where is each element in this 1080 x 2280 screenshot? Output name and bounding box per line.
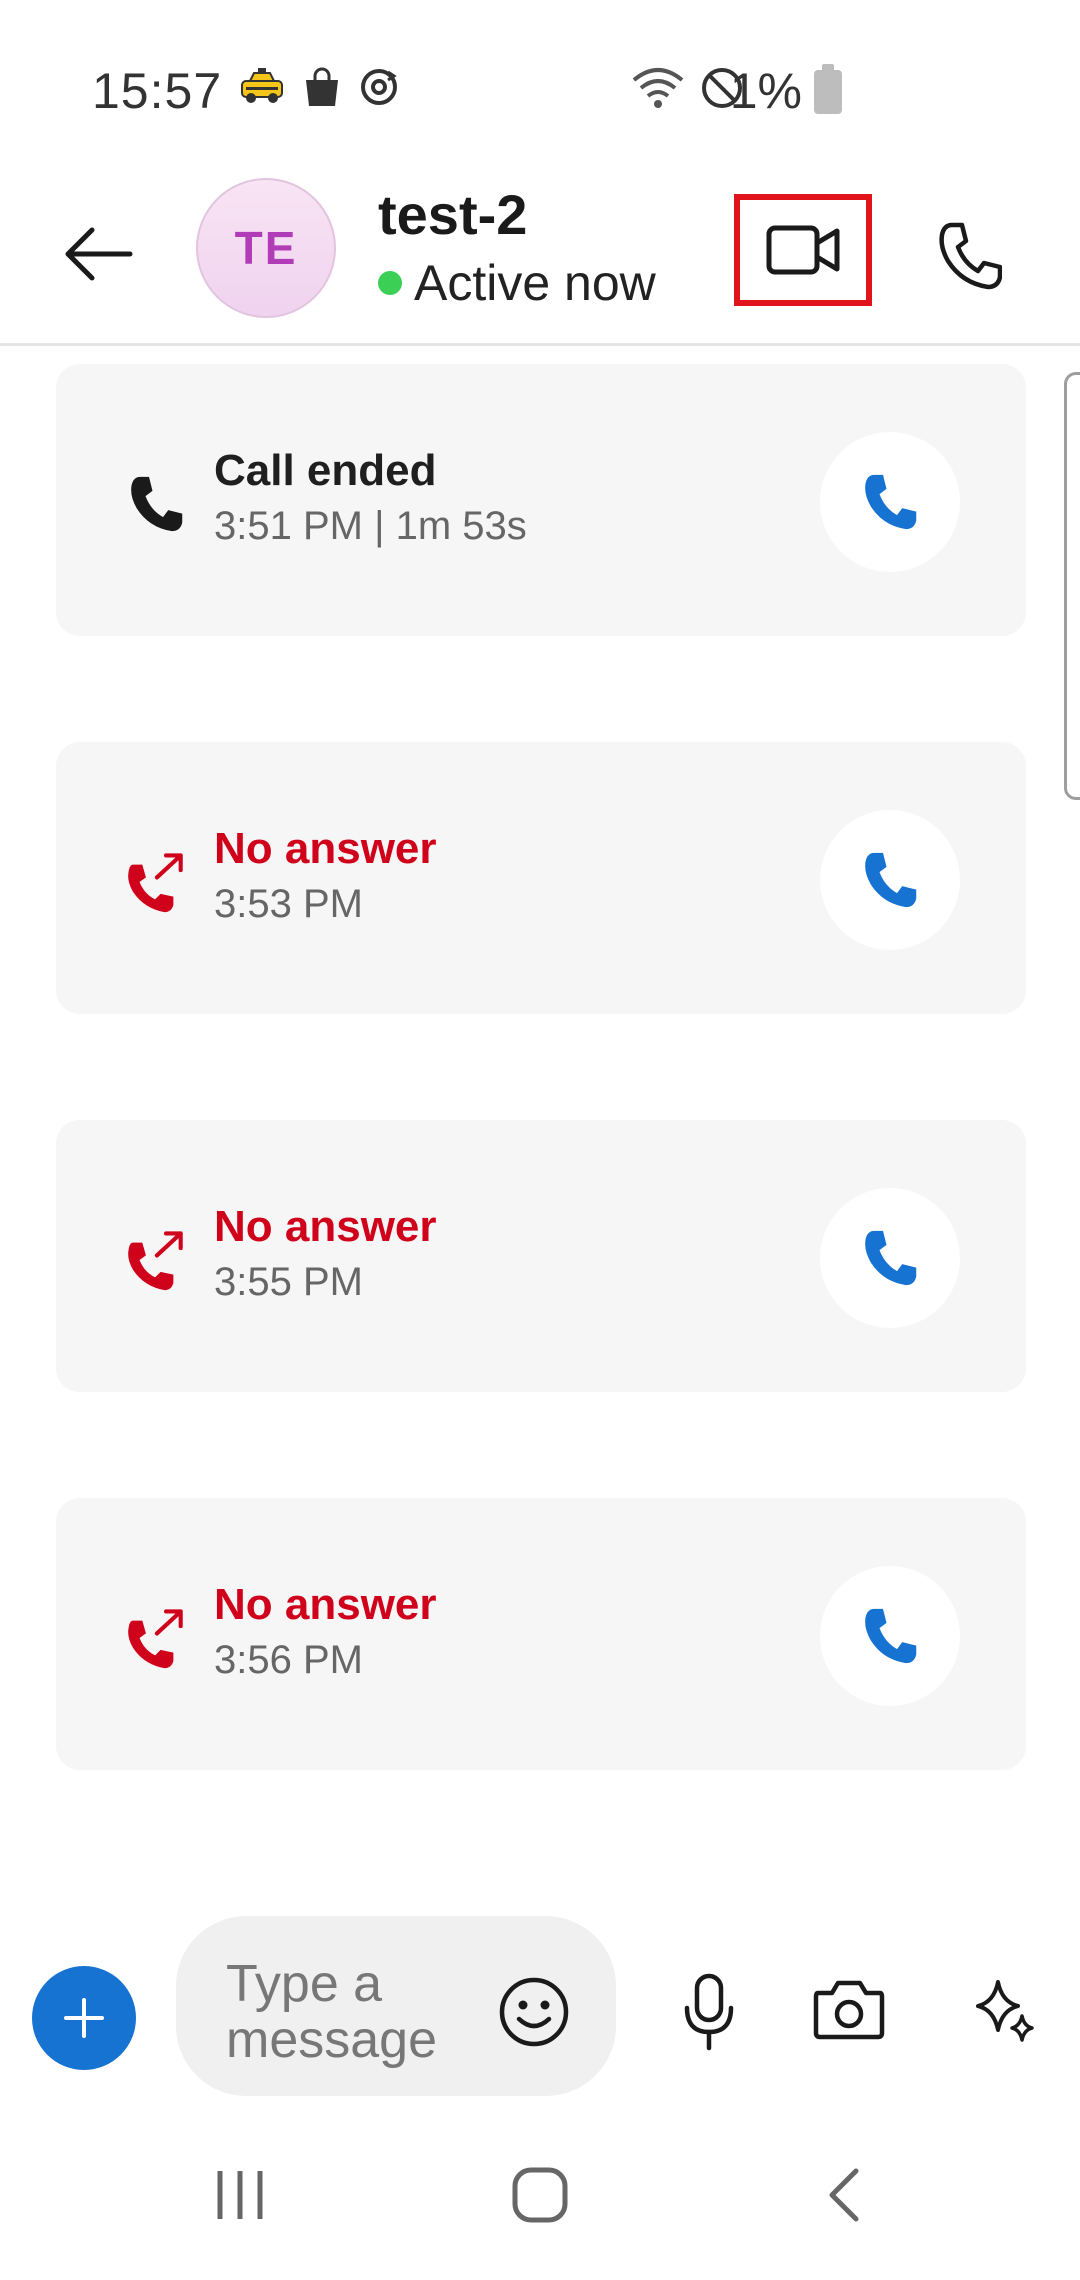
status-time: 15:57: [92, 63, 223, 119]
shopping-bag-icon: [302, 66, 342, 113]
conversation-header: TE test-2 Active now: [0, 170, 1080, 346]
audio-call-button[interactable]: [920, 206, 1020, 306]
call-status-title: No answer: [214, 1580, 437, 1629]
call-log-item: No answer 3:53 PM: [56, 742, 1026, 1014]
missed-call-icon: [116, 1598, 196, 1678]
video-call-button[interactable]: [734, 194, 872, 306]
recent-apps-button[interactable]: [200, 2160, 280, 2230]
microphone-icon: [684, 1973, 734, 2051]
status-bar: 15:57 1%: [0, 0, 1080, 170]
message-input-placeholder: Type a message: [226, 1955, 437, 2069]
system-back-button[interactable]: [804, 2160, 884, 2230]
plus-icon: [64, 1998, 104, 2038]
home-button[interactable]: [500, 2160, 580, 2230]
call-back-button[interactable]: [820, 810, 960, 950]
add-attachment-button[interactable]: [32, 1966, 136, 2070]
call-time: 3:56 PM: [214, 1638, 363, 1682]
call-status-title: Call ended: [214, 446, 437, 495]
call-back-button[interactable]: [820, 1566, 960, 1706]
camera-icon: [813, 1980, 885, 2040]
smiley-icon: [499, 1977, 569, 2047]
presence-status: Active now: [378, 254, 656, 312]
presence-dot-icon: [378, 271, 402, 295]
wifi-icon: [630, 66, 686, 115]
message-composer: Type a message: [0, 1912, 1080, 2102]
call-back-button[interactable]: [820, 1188, 960, 1328]
phone-icon: [116, 464, 196, 544]
call-log-item: Call ended 3:51 PM | 1m 53s: [56, 364, 1026, 636]
call-back-button[interactable]: [820, 432, 960, 572]
call-log-item: No answer 3:56 PM: [56, 1498, 1026, 1770]
missed-call-icon: [116, 1220, 196, 1300]
emoji-button[interactable]: [494, 1972, 574, 2052]
phone-icon: [865, 1608, 917, 1664]
call-status-title: No answer: [214, 824, 437, 873]
phone-icon: [865, 1230, 917, 1286]
presence-text: Active now: [414, 255, 656, 311]
battery-percent: 1%: [729, 63, 802, 119]
phone-icon: [865, 852, 917, 908]
call-time: 3:55 PM: [214, 1260, 363, 1304]
avatar-initials: TE: [234, 222, 298, 274]
avatar[interactable]: TE: [196, 178, 336, 318]
system-navigation-bar: [0, 2130, 1080, 2260]
scrollbar[interactable]: [1064, 372, 1080, 800]
call-time: 3:51 PM | 1m 53s: [214, 504, 527, 548]
home-icon: [512, 2167, 568, 2223]
sparkle-icon: [976, 1980, 1034, 2042]
call-log-item: No answer 3:55 PM: [56, 1120, 1026, 1392]
arrow-left-icon: [65, 227, 133, 281]
camera-button[interactable]: [804, 1964, 894, 2054]
sync-icon: [358, 66, 400, 113]
status-right-icons: [630, 66, 744, 115]
taxi-icon: [238, 67, 286, 112]
phone-icon: [865, 474, 917, 530]
phone-icon: [939, 222, 1002, 290]
recent-apps-icon: [217, 2171, 263, 2219]
ai-assist-button[interactable]: [960, 1964, 1050, 2054]
chevron-left-icon: [829, 2168, 859, 2222]
call-status-title: No answer: [214, 1202, 437, 1251]
back-button[interactable]: [56, 212, 140, 296]
missed-call-icon: [116, 842, 196, 922]
call-time: 3:53 PM: [214, 882, 363, 926]
battery-icon: [814, 64, 842, 114]
video-camera-icon: [766, 225, 840, 275]
voice-message-button[interactable]: [666, 1962, 752, 2062]
status-left-icons: [238, 66, 400, 113]
contact-name[interactable]: test-2: [378, 182, 527, 247]
